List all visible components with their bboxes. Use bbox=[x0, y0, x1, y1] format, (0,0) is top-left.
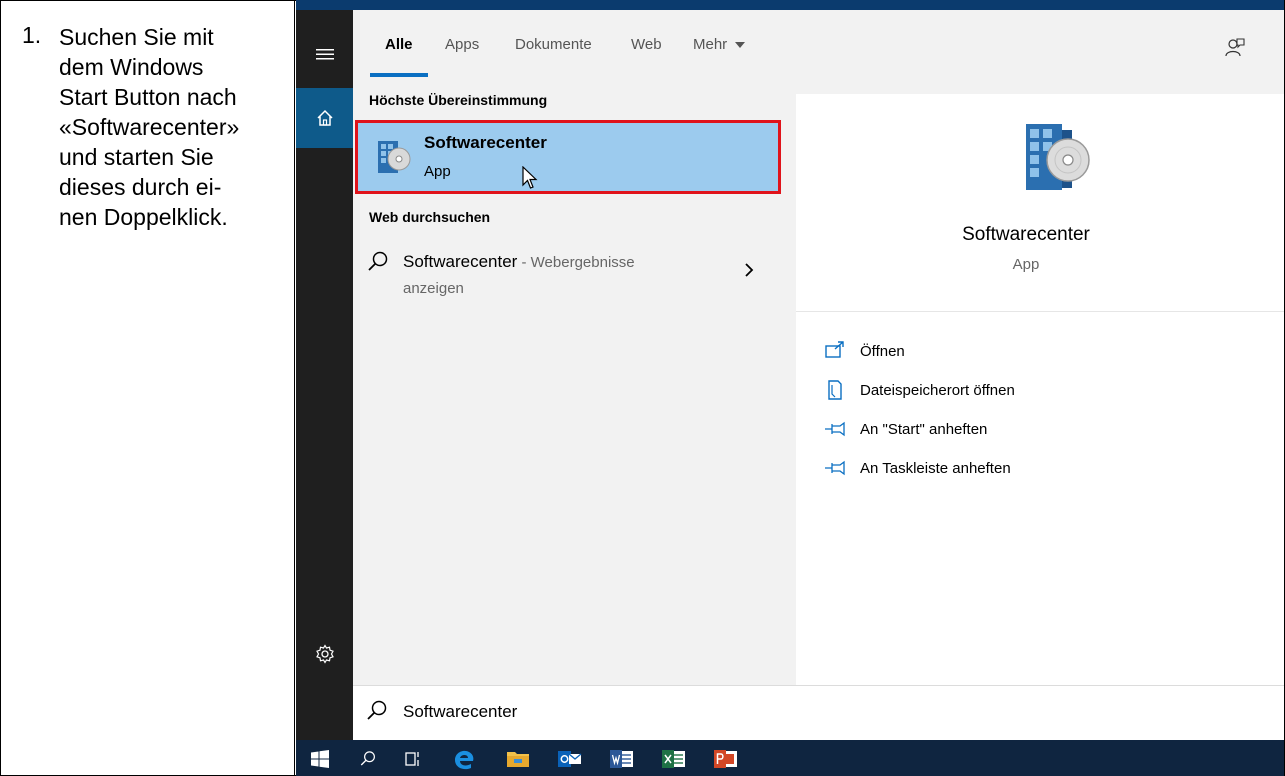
action-open-label: Öffnen bbox=[860, 342, 905, 360]
home-button[interactable] bbox=[296, 88, 353, 148]
caret-down-icon bbox=[735, 42, 746, 48]
action-open-file-location[interactable]: Dateispeicherort öffnen bbox=[824, 375, 1015, 405]
action-pin-taskbar-label: An Taskleiste anheften bbox=[860, 459, 1011, 477]
hamburger-menu-button[interactable] bbox=[296, 20, 353, 88]
feedback-button[interactable] bbox=[1220, 32, 1250, 62]
instruction-cell: 1. Suchen Sie mit dem Windows Start Butt… bbox=[0, 0, 295, 776]
best-match-title: Softwarecenter bbox=[424, 133, 547, 152]
step-instruction-text: Suchen Sie mit dem Windows Start Button … bbox=[59, 24, 240, 230]
preview-header: Softwarecenter App bbox=[796, 94, 1284, 312]
best-match-subtitle: App bbox=[424, 163, 451, 180]
open-icon bbox=[825, 341, 844, 358]
best-match-result[interactable]: Softwarecenter App bbox=[355, 120, 781, 194]
action-pin-start-label: An "Start" anheften bbox=[860, 420, 988, 438]
edge-button[interactable] bbox=[444, 744, 484, 774]
best-match-header: Höchste Übereinstimmung bbox=[369, 92, 548, 108]
software-center-icon bbox=[1026, 124, 1090, 190]
taskbar bbox=[296, 740, 1284, 776]
mouse-cursor-icon bbox=[522, 166, 538, 189]
start-rail bbox=[296, 10, 353, 740]
search-icon bbox=[360, 751, 375, 766]
tab-apps[interactable]: Apps bbox=[445, 36, 479, 53]
excel-button[interactable] bbox=[654, 744, 694, 774]
file-explorer-button[interactable] bbox=[498, 744, 538, 774]
windows-start-icon bbox=[311, 750, 329, 768]
web-result-hint-continued: anzeigen bbox=[403, 280, 464, 297]
window-top-edge bbox=[296, 0, 1284, 10]
search-box[interactable]: Softwarecenter bbox=[353, 685, 1284, 740]
file-explorer-icon bbox=[507, 752, 529, 767]
edge-icon bbox=[455, 750, 474, 770]
preview-subtitle: App bbox=[1012, 256, 1040, 273]
start-button[interactable] bbox=[300, 744, 340, 774]
pin-icon bbox=[825, 460, 845, 476]
tab-dokumente[interactable]: Dokumente bbox=[515, 36, 592, 53]
outlook-button[interactable] bbox=[550, 744, 590, 774]
powerpoint-button[interactable] bbox=[706, 744, 746, 774]
action-pin-to-start[interactable]: An "Start" anheften bbox=[824, 414, 987, 444]
word-button[interactable] bbox=[602, 744, 642, 774]
step-number: 1. bbox=[22, 22, 42, 48]
excel-icon bbox=[662, 750, 685, 768]
web-result-hint: - Webergebnisse bbox=[517, 254, 635, 271]
tab-mehr[interactable]: Mehr bbox=[693, 36, 746, 53]
active-tab-indicator bbox=[370, 73, 428, 77]
web-search-header: Web durchsuchen bbox=[369, 209, 491, 225]
tab-mehr-label: Mehr bbox=[693, 36, 728, 53]
taskbar-search-button[interactable] bbox=[348, 744, 388, 774]
preview-title: Softwarecenter bbox=[962, 224, 1090, 245]
action-file-location-label: Dateispeicherort öffnen bbox=[860, 381, 1015, 399]
web-result-term: Softwarecenter - Webergebnisse bbox=[403, 252, 635, 272]
search-filter-tabs: Alle Apps Dokumente Web Mehr bbox=[353, 10, 1284, 78]
software-center-icon bbox=[378, 141, 411, 173]
preview-panel: Softwarecenter App Öffnen Dateispeichero… bbox=[796, 94, 1284, 685]
powerpoint-icon bbox=[714, 750, 737, 768]
search-input-value[interactable]: Softwarecenter bbox=[403, 702, 517, 722]
web-result-query: Softwarecenter bbox=[403, 252, 518, 271]
home-icon bbox=[316, 109, 333, 126]
web-search-result[interactable]: Softwarecenter - Webergebnisse anzeigen bbox=[353, 242, 781, 310]
feedback-icon bbox=[1225, 38, 1245, 57]
tab-alle[interactable]: Alle bbox=[385, 36, 413, 53]
task-view-icon bbox=[405, 752, 419, 766]
outlook-icon bbox=[558, 751, 582, 767]
chevron-right-icon[interactable] bbox=[741, 260, 757, 280]
pin-icon bbox=[825, 421, 845, 437]
tab-web[interactable]: Web bbox=[631, 36, 662, 53]
action-open[interactable]: Öffnen bbox=[824, 336, 905, 366]
action-pin-to-taskbar[interactable]: An Taskleiste anheften bbox=[824, 453, 1011, 483]
gear-icon bbox=[315, 644, 334, 664]
hamburger-icon bbox=[315, 49, 334, 60]
search-icon bbox=[368, 251, 388, 271]
search-icon bbox=[367, 700, 387, 720]
results-panel: Höchste Übereinstimmung Softwarecenter A… bbox=[353, 78, 781, 685]
settings-button[interactable] bbox=[296, 625, 353, 683]
word-icon bbox=[610, 750, 633, 768]
task-view-button[interactable] bbox=[394, 744, 434, 774]
file-location-icon bbox=[828, 380, 842, 400]
start-search-screenshot: Alle Apps Dokumente Web Mehr Höchste Übe… bbox=[296, 0, 1284, 776]
